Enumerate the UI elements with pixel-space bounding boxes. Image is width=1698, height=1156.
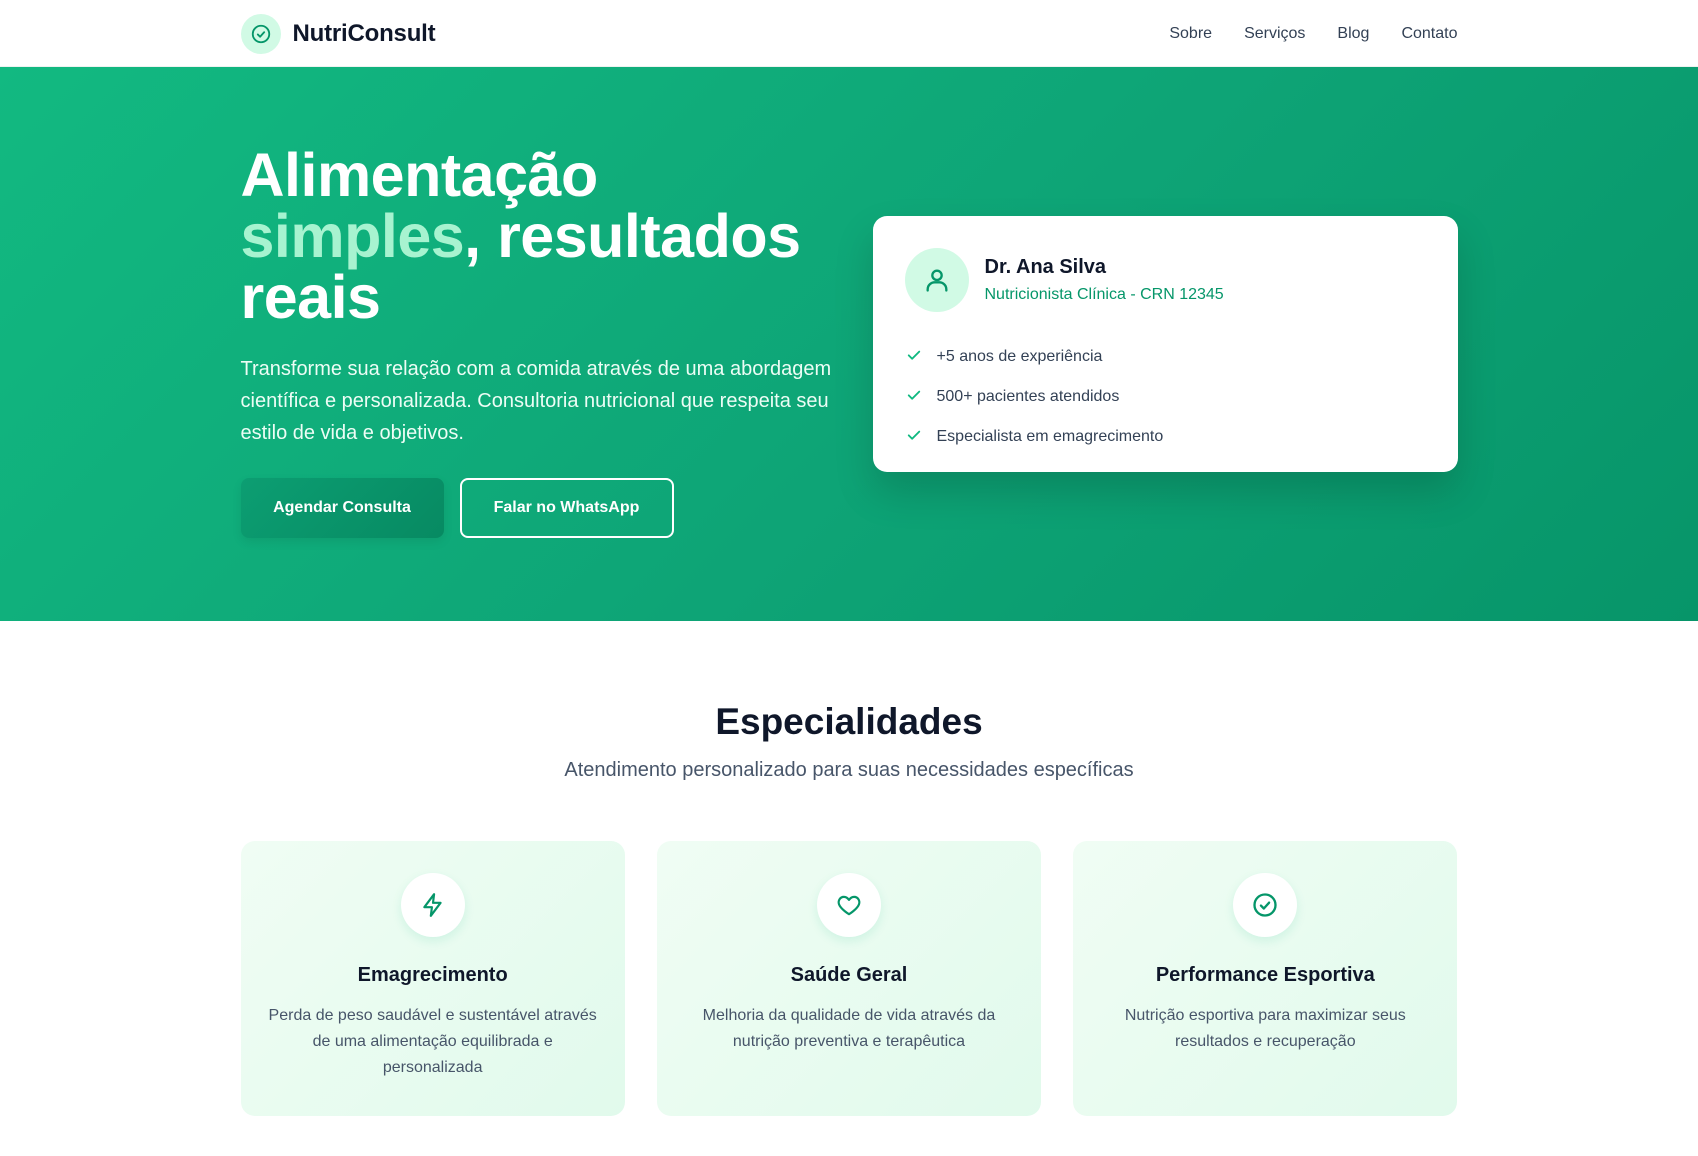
card-title: Saúde Geral	[790, 964, 908, 986]
nav-link-sobre[interactable]: Sobre	[1169, 25, 1212, 43]
card-description: Nutrição esportiva para maximizar seus r…	[1124, 1007, 1406, 1050]
section-subtitle: Atendimento personalizado para suas nece…	[564, 759, 1134, 781]
brand-name: NutriConsult	[292, 19, 436, 47]
hero-title-line1: Alimentação	[240, 141, 599, 209]
heart-icon	[816, 873, 881, 937]
nav-link-servicos[interactable]: Serviços	[1244, 25, 1305, 43]
specialty-card-saude-geral[interactable]: Saúde Geral Melhoria da qualidade de vid…	[656, 841, 1042, 1116]
site-header: NutriConsult Sobre Serviços Blog Contato	[0, 0, 1698, 67]
specialty-cards: Emagrecimento Perda de peso saudável e s…	[240, 841, 1458, 1116]
specialty-card-emagrecimento[interactable]: Emagrecimento Perda de peso saudável e s…	[240, 841, 625, 1116]
main-nav: Sobre Serviços Blog Contato	[1169, 25, 1457, 43]
doctor-highlights: +5 anos de experiência 500+ pacientes at…	[905, 337, 1426, 457]
hero-title-rest: , resultados	[464, 202, 801, 270]
check-circle-icon	[1233, 873, 1298, 937]
doctor-card: Dr. Ana Silva Nutricionista Clínica - CR…	[872, 216, 1458, 472]
card-title: Performance Esportiva	[1155, 964, 1375, 986]
user-icon	[904, 248, 969, 312]
whatsapp-button[interactable]: Falar no WhatsApp	[459, 478, 674, 538]
hero-title-line3: reais	[240, 263, 381, 331]
nav-link-contato[interactable]: Contato	[1401, 25, 1457, 43]
section-title: Especialidades	[715, 701, 983, 742]
lightning-icon	[400, 873, 465, 937]
card-description: Melhoria da qualidade de vida através da…	[702, 1007, 996, 1050]
hero-description: Transforme sua relação com a comida atra…	[240, 358, 832, 444]
specialty-card-performance[interactable]: Performance Esportiva Nutrição esportiva…	[1073, 841, 1458, 1116]
hero-buttons: Agendar Consulta Falar no WhatsApp	[240, 478, 841, 538]
doctor-name: Dr. Ana Silva	[984, 256, 1107, 278]
check-icon	[905, 386, 923, 409]
list-item: Especialista em emagrecimento	[905, 417, 1426, 457]
doctor-header: Dr. Ana Silva Nutricionista Clínica - CR…	[904, 248, 1426, 312]
check-icon	[905, 426, 923, 449]
specialties-section: Especialidades Atendimento personalizado…	[0, 621, 1698, 1116]
highlight-text: +5 anos de experiência	[936, 348, 1103, 365]
schedule-consultation-button[interactable]: Agendar Consulta	[240, 478, 444, 538]
hero-title: Alimentação simples, resultados reais	[241, 145, 841, 328]
highlight-text: Especialista em emagrecimento	[936, 428, 1164, 445]
brand[interactable]: NutriConsult	[240, 13, 436, 54]
check-icon	[905, 346, 923, 369]
hero-title-accent: simples	[240, 202, 465, 270]
nav-link-blog[interactable]: Blog	[1337, 25, 1369, 43]
doctor-role: Nutricionista Clínica - CRN 12345	[984, 286, 1224, 303]
card-description: Perda de peso saudável e sustentável atr…	[268, 1007, 597, 1076]
check-circle-icon	[240, 13, 281, 54]
list-item: 500+ pacientes atendidos	[905, 377, 1426, 417]
card-title: Emagrecimento	[357, 964, 508, 986]
hero-section: Alimentação simples, resultados reais Tr…	[0, 67, 1698, 621]
hero-content: Alimentação simples, resultados reais Tr…	[240, 67, 841, 538]
highlight-text: 500+ pacientes atendidos	[936, 388, 1120, 405]
list-item: +5 anos de experiência	[905, 337, 1426, 377]
